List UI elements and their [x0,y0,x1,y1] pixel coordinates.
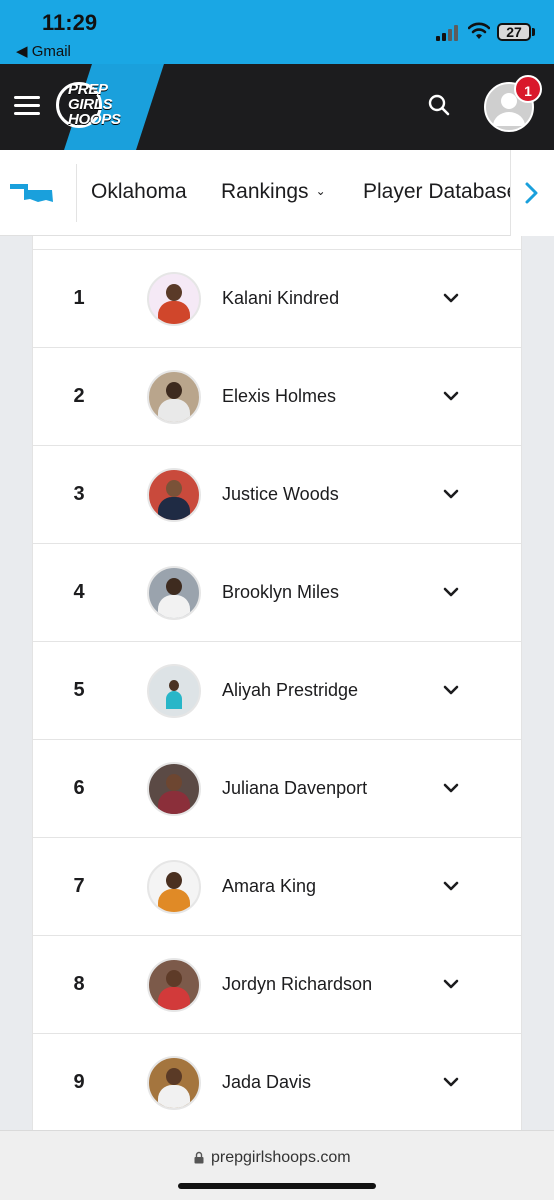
player-name[interactable]: Aliyah Prestridge [222,680,358,701]
player-photo [147,566,201,620]
rank-number: 4 [73,581,85,603]
notification-badge[interactable]: 1 [514,75,542,103]
list-header-edge [33,236,521,250]
rank-number: 9 [73,1071,85,1093]
chevron-down-icon: ⌄ [315,184,326,198]
player-photo [147,272,201,326]
logo-text: PREP GIRLS HOOPS [68,81,121,128]
prep-girls-hoops-logo[interactable]: PREP GIRLS HOOPS [56,80,140,132]
home-indicator[interactable] [178,1183,376,1189]
ranking-row[interactable]: 5 Aliyah Prestridge [33,642,521,740]
app-header: PREP GIRLS HOOPS [0,64,554,150]
nav-item-player-database[interactable]: Player Database [363,180,511,204]
rank-number: 3 [73,483,85,505]
player-name[interactable]: Justice Woods [222,484,339,505]
hamburger-menu-icon[interactable] [14,96,40,116]
ranking-row[interactable]: 9 Jada Davis [33,1034,521,1130]
player-name[interactable]: Jada Davis [222,1072,311,1093]
rank-number: 1 [73,287,85,309]
player-photo [147,860,201,914]
browser-address-bar[interactable]: prepgirlshoops.com [0,1130,554,1200]
chevron-down-icon[interactable] [443,390,459,402]
chevron-right-icon [525,182,538,204]
ranking-row[interactable]: 7 Amara King [33,838,521,936]
rank-number: 7 [73,875,85,897]
ranking-row[interactable]: 4 Brooklyn Miles [33,544,521,642]
chevron-down-icon[interactable] [443,1076,459,1088]
chevron-down-icon[interactable] [443,586,459,598]
wifi-icon [468,22,490,39]
ranking-row[interactable]: 6 Juliana Davenport [33,740,521,838]
subnav-divider [76,164,77,222]
nav-item-rankings-label: Rankings [221,180,309,203]
chevron-down-icon[interactable] [443,292,459,304]
nav-item-oklahoma[interactable]: Oklahoma [91,180,187,204]
chevron-down-icon[interactable] [443,684,459,696]
url-text[interactable]: prepgirlshoops.com [211,1149,351,1167]
player-photo [147,468,201,522]
battery-tip [532,28,535,36]
subnav-scroll-right-button[interactable] [510,150,554,236]
player-name[interactable]: Kalani Kindred [222,288,339,309]
status-time: 11:29 [42,10,98,35]
ranking-row[interactable]: 3 Justice Woods [33,446,521,544]
ranking-row[interactable]: 8 Jordyn Richardson [33,936,521,1034]
chevron-down-icon[interactable] [443,978,459,990]
player-photo [147,762,201,816]
player-name[interactable]: Jordyn Richardson [222,974,372,995]
rank-number: 2 [73,385,85,407]
lock-icon [194,1151,204,1164]
player-photo [147,664,201,718]
chevron-down-icon[interactable] [443,782,459,794]
rank-number: 6 [73,777,85,799]
status-bar: 11:29 ◀ Gmail 27 [0,0,554,64]
player-photo [147,370,201,424]
battery-level: 27 [506,24,522,40]
player-name[interactable]: Juliana Davenport [222,778,367,799]
rank-number: 5 [73,679,85,701]
back-to-gmail-link[interactable]: ◀ Gmail [16,42,71,60]
battery-icon: 27 [497,23,531,41]
player-photo [147,1056,201,1110]
chevron-down-icon[interactable] [443,488,459,500]
player-photo [147,958,201,1012]
cellular-signal-icon [436,25,462,41]
rank-number: 8 [73,973,85,995]
chevron-down-icon[interactable] [443,880,459,892]
ranking-row[interactable]: 1 Kalani Kindred [33,250,521,348]
player-name[interactable]: Brooklyn Miles [222,582,339,603]
nav-item-rankings[interactable]: Rankings ⌄ [221,180,326,204]
player-name[interactable]: Elexis Holmes [222,386,336,407]
rankings-list: 1 Kalani Kindred 2 Elexis Holmes 3 Justi… [32,236,522,1130]
search-icon[interactable] [428,94,450,116]
state-subnav: Oklahoma Rankings ⌄ Player Database [0,150,554,236]
player-name[interactable]: Amara King [222,876,316,897]
oklahoma-state-icon[interactable] [8,182,56,204]
ranking-row[interactable]: 2 Elexis Holmes [33,348,521,446]
